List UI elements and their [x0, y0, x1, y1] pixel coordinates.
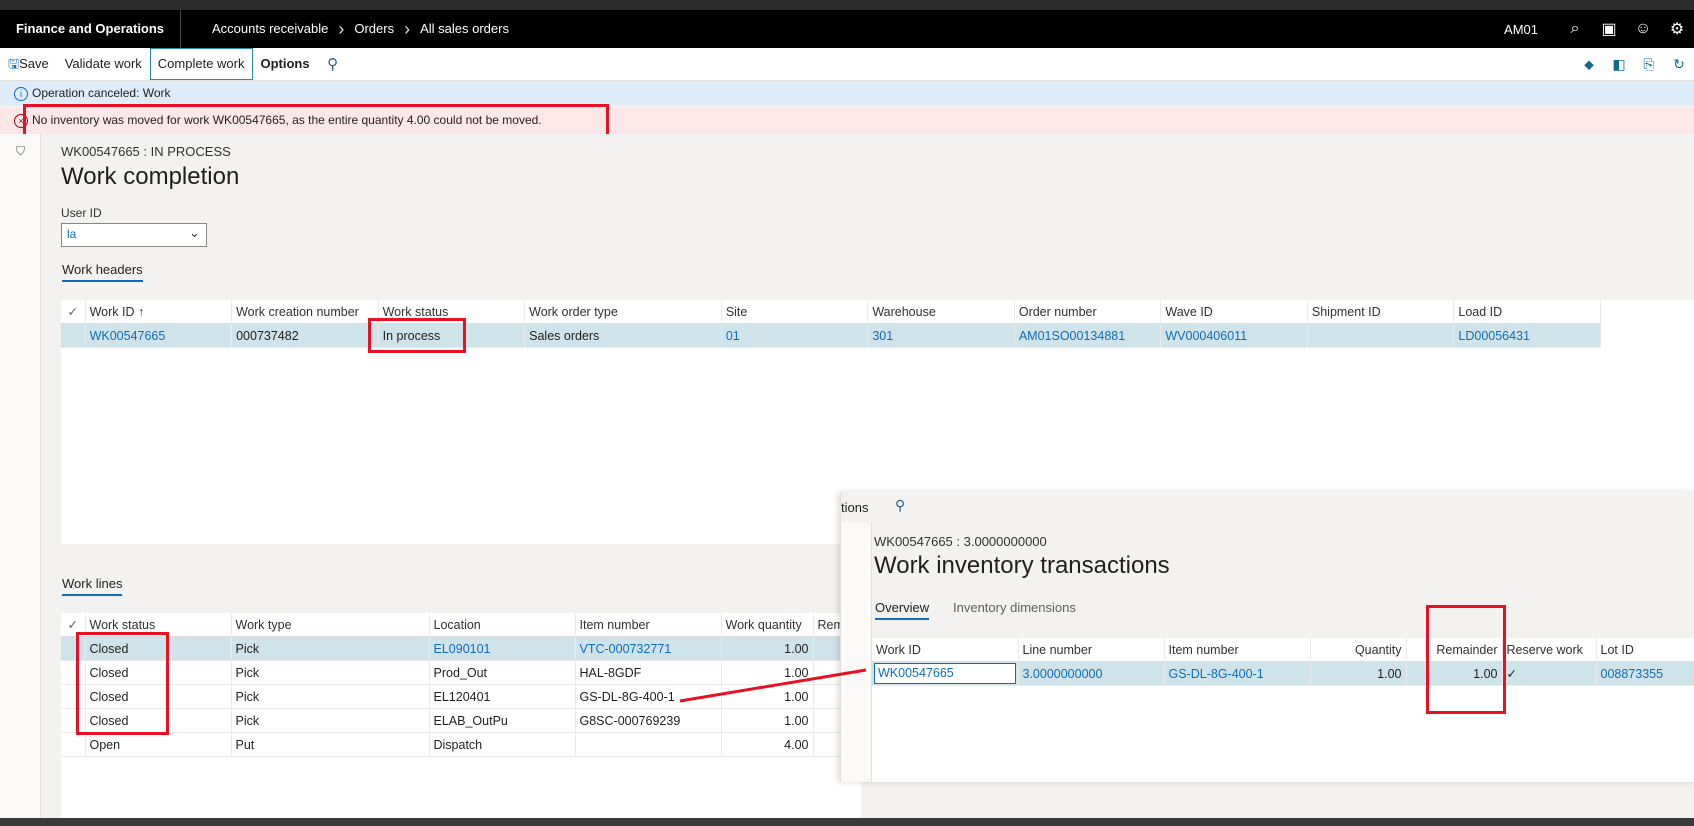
annotation-arrow — [679, 668, 867, 703]
window-frame-bottom — [0, 818, 1694, 826]
annotation-arrow-line — [679, 668, 867, 703]
